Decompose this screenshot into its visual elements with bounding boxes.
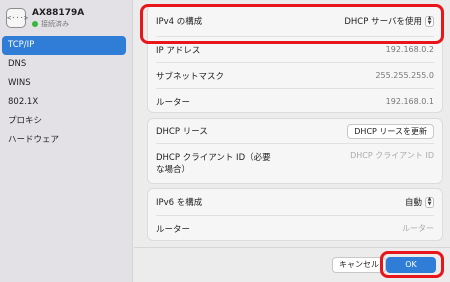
chevron-up-down-icon: ▲ ▼ (425, 15, 434, 27)
ipv4-card: IPv4 の構成 DHCP サーバを使用 ▲ ▼ IP アドレス 192.168.… (147, 5, 443, 113)
sidebar-item-wins[interactable]: WINS (2, 74, 126, 93)
sidebar-item-8021x[interactable]: 802.1X (2, 93, 126, 112)
main-panel: IPv4 の構成 DHCP サーバを使用 ▲ ▼ IP アドレス 192.168.… (134, 0, 450, 282)
ok-button[interactable]: OK (386, 257, 436, 273)
ipv6-card: IPv6 を構成 自動 ▲ ▼ ルーター ルーター (147, 188, 443, 241)
subnet-mask-value: 255.255.255.0 (375, 71, 434, 80)
sidebar-item-hardware[interactable]: ハードウェア (2, 131, 126, 150)
ethernet-icon: <···> (6, 8, 28, 28)
router-row: ルーター 192.168.0.1 (148, 89, 442, 114)
ipv6-config-popup[interactable]: 自動 ▲ ▼ (405, 196, 434, 208)
ipv4-config-value: DHCP サーバを使用 (344, 17, 422, 27)
sidebar-item-proxy[interactable]: プロキシ (2, 112, 126, 131)
subnet-mask-row: サブネットマスク 255.255.255.0 (148, 63, 442, 88)
device-status-text: 接続済み (41, 20, 69, 28)
chevron-up-down-icon: ▲ ▼ (425, 196, 434, 208)
dhcp-card: DHCP リース DHCP リースを更新 DHCP クライアント ID（必要 な… (147, 118, 443, 184)
ip-address-label: IP アドレス (156, 45, 201, 56)
renew-dhcp-lease-button[interactable]: DHCP リースを更新 (347, 123, 434, 139)
status-dot-icon (32, 21, 38, 27)
router-value: 192.168.0.1 (385, 97, 434, 106)
footer-divider (134, 247, 450, 248)
cancel-button[interactable]: キャンセル (332, 257, 386, 273)
dhcp-client-id-field[interactable]: DHCP クライアント ID (350, 150, 434, 161)
dhcp-client-id-label: DHCP クライアント ID（必要 な場合） (156, 153, 271, 175)
device-status: 接続済み (32, 19, 84, 29)
ipv6-router-row: ルーター ルーター (148, 216, 442, 241)
device-header: <···> AX88179A 接続済み (6, 8, 84, 29)
subnet-mask-label: サブネットマスク (156, 71, 225, 82)
ip-address-value: 192.168.0.2 (385, 45, 434, 54)
sidebar: <···> AX88179A 接続済み TCP/IP DNS WINS 802.… (0, 0, 133, 282)
ipv6-router-label: ルーター (156, 224, 191, 235)
router-label: ルーター (156, 97, 191, 108)
ipv6-config-label: IPv6 を構成 (156, 198, 203, 208)
sidebar-nav: TCP/IP DNS WINS 802.1X プロキシ ハードウェア (2, 36, 126, 150)
ip-address-row: IP アドレス 192.168.0.2 (148, 37, 442, 62)
device-name: AX88179A (32, 8, 85, 18)
ipv4-config-popup[interactable]: DHCP サーバを使用 ▲ ▼ (344, 15, 434, 27)
ipv4-config-row: IPv4 の構成 DHCP サーバを使用 ▲ ▼ (148, 6, 442, 36)
dhcp-client-id-row: DHCP クライアント ID（必要 な場合） DHCP クライアント ID (148, 144, 442, 184)
dhcp-lease-label: DHCP リース (156, 127, 208, 137)
ipv4-config-label: IPv4 の構成 (156, 17, 203, 27)
sidebar-item-dns[interactable]: DNS (2, 55, 126, 74)
ipv6-config-row: IPv6 を構成 自動 ▲ ▼ (148, 189, 442, 215)
dhcp-lease-row: DHCP リース DHCP リースを更新 (148, 119, 442, 143)
sidebar-item-tcpip[interactable]: TCP/IP (2, 36, 126, 55)
ipv6-config-value: 自動 (404, 198, 422, 208)
ipv6-router-field[interactable]: ルーター (402, 223, 434, 234)
